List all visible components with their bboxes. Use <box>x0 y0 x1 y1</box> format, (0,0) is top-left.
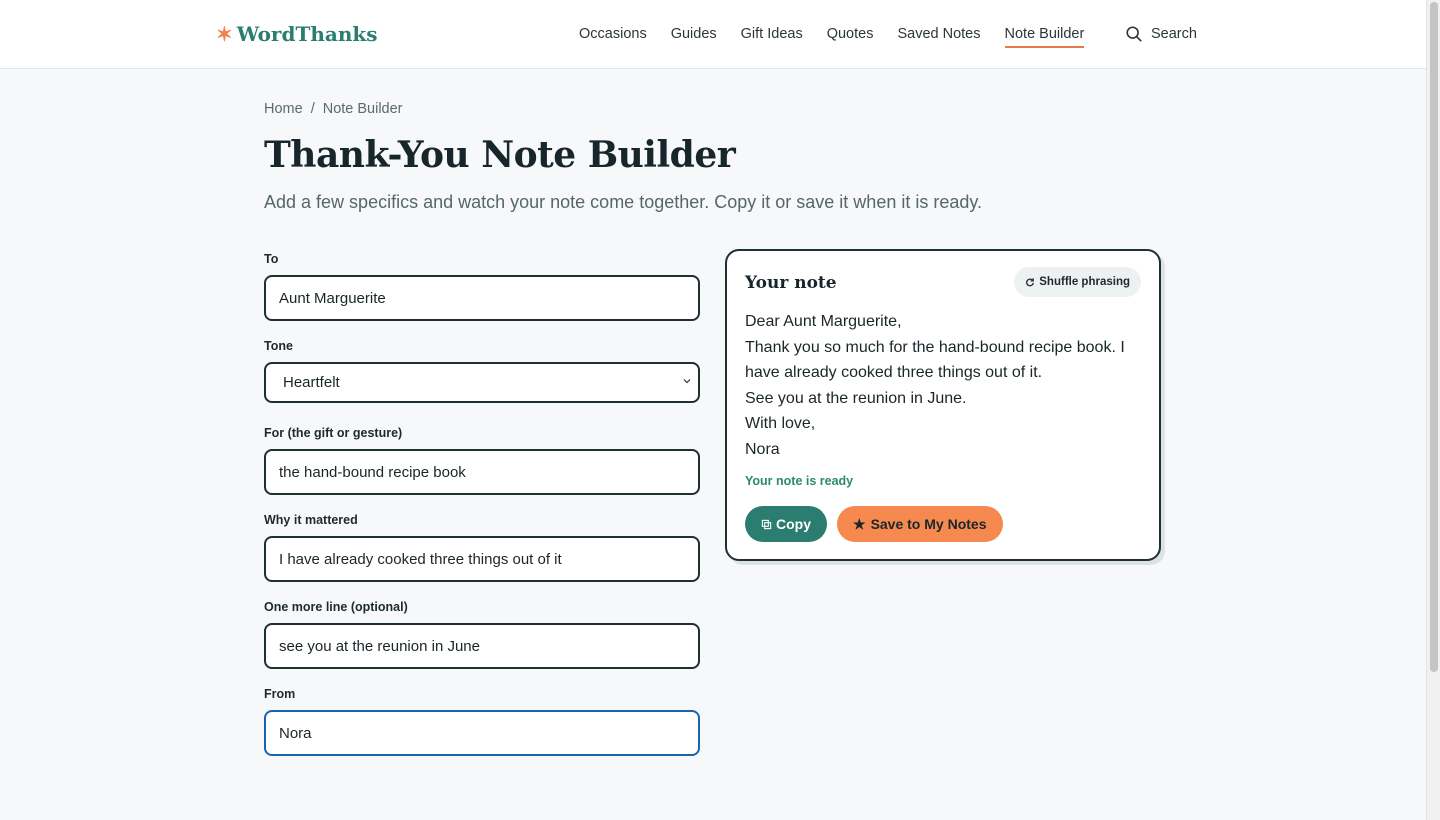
nav-quotes[interactable]: Quotes <box>827 22 874 48</box>
save-label: Save to My Notes <box>870 516 987 532</box>
tone-select[interactable]: Heartfelt <box>264 362 700 403</box>
breadcrumb-home[interactable]: Home <box>264 101 303 117</box>
note-text: Dear Aunt Marguerite, Thank you so much … <box>745 309 1145 463</box>
note-line: Nora <box>745 440 780 458</box>
save-to-my-notes-button[interactable]: ★ Save to My Notes <box>837 506 1003 542</box>
for-label: For (the gift or gesture) <box>264 426 403 440</box>
note-preview-card: Your note Shuffle phrasing Dear Aunt Mar… <box>725 249 1161 561</box>
scrollbar-thumb[interactable] <box>1430 2 1438 672</box>
note-title: Your note <box>745 273 837 293</box>
breadcrumb-separator: / <box>310 101 315 117</box>
note-line: Thank you so much for the hand-bound rec… <box>745 338 1125 382</box>
from-input[interactable] <box>264 710 700 756</box>
note-line: See you at the reunion in June. <box>745 389 967 407</box>
logo-text: WordThanks <box>236 22 378 46</box>
to-input[interactable] <box>264 275 700 321</box>
field-for: For (the gift or gesture) <box>264 424 701 511</box>
nav-occasions[interactable]: Occasions <box>579 22 647 48</box>
tone-label: Tone <box>264 339 293 353</box>
page-scrollbar[interactable] <box>1426 0 1440 820</box>
field-to: To <box>264 250 701 337</box>
why-label: Why it mattered <box>264 513 358 527</box>
nav-saved-notes[interactable]: Saved Notes <box>897 22 980 48</box>
field-why: Why it mattered <box>264 511 701 598</box>
note-line: Dear Aunt Marguerite, <box>745 313 902 330</box>
copy-button[interactable]: Copy <box>745 506 827 542</box>
why-input[interactable] <box>264 536 700 582</box>
for-input[interactable] <box>264 449 700 495</box>
search-icon <box>1126 26 1142 42</box>
breadcrumb-current: Note Builder <box>322 101 403 117</box>
nav-guides[interactable]: Guides <box>671 22 717 48</box>
shuffle-phrasing-button[interactable]: Shuffle phrasing <box>1014 267 1141 297</box>
note-form: To Tone Heartfelt For (the gift or gestu… <box>264 250 701 772</box>
page-title: Thank-You Note Builder <box>264 134 736 176</box>
copy-label: Copy <box>776 516 811 532</box>
search-label: Search <box>1151 26 1197 42</box>
nav-gift-ideas[interactable]: Gift Ideas <box>741 22 803 48</box>
search-button[interactable]: Search <box>1125 22 1197 46</box>
logo[interactable]: ✶ WordThanks <box>216 20 378 48</box>
refresh-icon <box>1026 278 1035 287</box>
note-line: With love, <box>745 415 816 433</box>
from-label: From <box>264 687 296 701</box>
tone-selected-value: Heartfelt <box>283 374 340 391</box>
field-more: One more line (optional) <box>264 598 701 685</box>
copy-icon <box>761 519 772 529</box>
site-header: ✶ WordThanks Occasions Guides Gift Ideas… <box>0 0 1426 69</box>
more-label: One more line (optional) <box>264 600 408 614</box>
field-from: From <box>264 685 701 772</box>
more-input[interactable] <box>264 623 700 669</box>
asterisk-logo-icon: ✶ <box>216 22 233 46</box>
note-status: Your note is ready <box>745 474 854 488</box>
page-subtitle: Add a few specifics and watch your note … <box>264 192 983 212</box>
shuffle-label: Shuffle phrasing <box>1039 276 1130 288</box>
to-label: To <box>264 252 279 266</box>
breadcrumb: Home / Note Builder <box>264 101 403 117</box>
field-tone: Tone Heartfelt <box>264 337 701 424</box>
chevron-down-icon <box>682 376 692 390</box>
star-icon: ★ <box>853 515 866 532</box>
nav-note-builder[interactable]: Note Builder <box>1004 22 1085 48</box>
main-nav: Occasions Guides Gift Ideas Quotes Saved… <box>579 22 1108 48</box>
